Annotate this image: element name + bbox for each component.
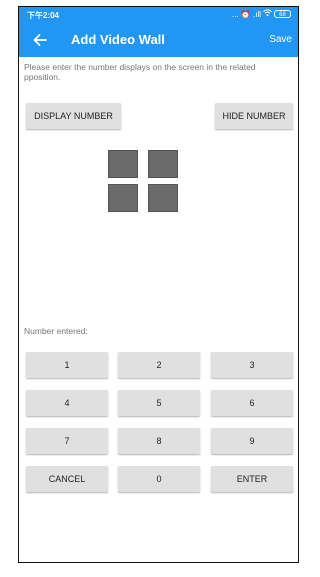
number-entered-label: Number entered: [24,326,88,336]
arrow-left-icon [33,34,47,46]
wall-screen-3[interactable] [108,184,138,212]
status-time: 下午2:04 [27,11,60,20]
battery-icon: 68 [274,10,291,18]
keypad-button-6[interactable]: 6 [211,390,293,416]
wall-screen-4[interactable] [148,184,178,212]
keypad-button-2[interactable]: 2 [118,352,200,378]
cancel-button[interactable]: CANCEL [26,466,108,492]
status-icons: ... ⏰ .ıll 68 [232,9,291,19]
back-button[interactable] [31,31,49,49]
keypad-button-5[interactable]: 5 [118,390,200,416]
enter-button[interactable]: ENTER [211,466,293,492]
status-indicators: ... ⏰ .ıll [231,9,261,19]
keypad-button-7[interactable]: 7 [26,428,108,454]
wifi-icon [263,9,272,19]
video-wall-grid [108,150,180,214]
keypad-button-4[interactable]: 4 [26,390,108,416]
wall-screen-1[interactable] [108,150,138,178]
instruction-text: Please enter the number displays on the … [24,62,256,82]
keypad-button-8[interactable]: 8 [118,428,200,454]
keypad-button-1[interactable]: 1 [26,352,108,378]
display-number-button[interactable]: DISPLAY NUMBER [26,103,121,129]
save-button[interactable]: Save [269,34,292,45]
phone-screen: 下午2:04 ... ⏰ .ıll 68 Add Video Wall Save… [18,6,299,563]
app-bar: Add Video Wall Save [19,23,298,57]
keypad-button-9[interactable]: 9 [211,428,293,454]
keypad-button-0[interactable]: 0 [118,466,200,492]
keypad-button-3[interactable]: 3 [211,352,293,378]
page-title: Add Video Wall [71,32,165,47]
wall-screen-2[interactable] [148,150,178,178]
hide-number-button[interactable]: HIDE NUMBER [215,103,293,129]
status-bar: 下午2:04 ... ⏰ .ıll 68 [19,7,298,23]
